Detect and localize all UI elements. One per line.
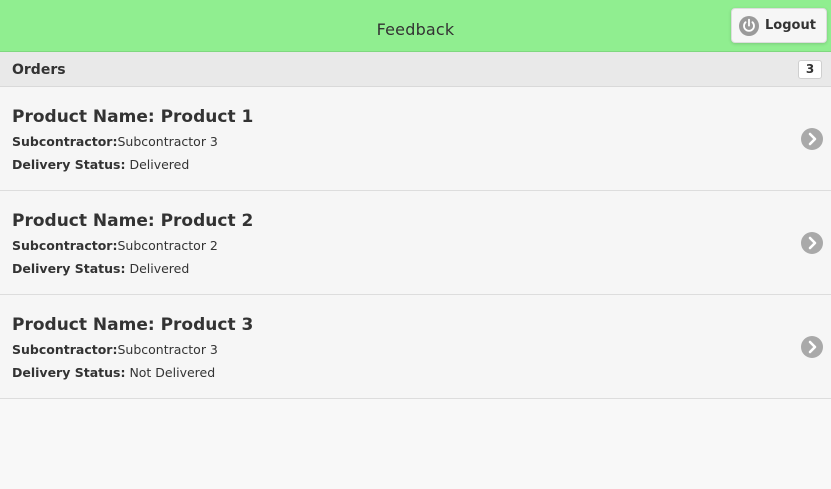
power-icon xyxy=(739,16,759,36)
order-delivery-status: Delivery Status: Not Delivered xyxy=(12,365,215,380)
subcontractor-value: Subcontractor 3 xyxy=(117,134,218,149)
order-title: Product Name: Product 2 xyxy=(12,211,254,231)
subcontractor-label: Subcontractor: xyxy=(12,342,118,357)
orders-count-badge: 3 xyxy=(798,60,822,79)
subcontractor-label: Subcontractor: xyxy=(12,134,118,149)
delivery-status-value: Not Delivered xyxy=(129,365,216,380)
order-list-item[interactable]: Product Name: Product 1 Subcontractor:Su… xyxy=(0,87,831,191)
page-title: Feedback xyxy=(376,20,455,39)
chevron-right-icon[interactable] xyxy=(801,128,823,150)
orders-divider: Orders 3 xyxy=(0,52,831,87)
logout-label: Logout xyxy=(765,18,816,33)
orders-list: Product Name: Product 1 Subcontractor:Su… xyxy=(0,87,831,399)
delivery-status-label: Delivery Status: xyxy=(12,365,126,380)
delivery-status-value: Delivered xyxy=(129,157,190,172)
delivery-status-value: Delivered xyxy=(129,261,190,276)
order-delivery-status: Delivery Status: Delivered xyxy=(12,157,189,172)
header-bar: Feedback Logout xyxy=(0,0,831,52)
order-title: Product Name: Product 1 xyxy=(12,107,254,127)
order-subcontractor: Subcontractor:Subcontractor 3 xyxy=(12,342,218,357)
order-title: Product Name: Product 3 xyxy=(12,315,254,335)
delivery-status-label: Delivery Status: xyxy=(12,261,126,276)
chevron-right-icon[interactable] xyxy=(801,336,823,358)
subcontractor-label: Subcontractor: xyxy=(12,238,118,253)
orders-heading: Orders xyxy=(12,62,66,78)
chevron-right-icon[interactable] xyxy=(801,232,823,254)
subcontractor-value: Subcontractor 3 xyxy=(117,342,218,357)
subcontractor-value: Subcontractor 2 xyxy=(117,238,218,253)
order-subcontractor: Subcontractor:Subcontractor 2 xyxy=(12,238,218,253)
logout-button[interactable]: Logout xyxy=(731,8,827,43)
order-delivery-status: Delivery Status: Delivered xyxy=(12,261,189,276)
order-list-item[interactable]: Product Name: Product 3 Subcontractor:Su… xyxy=(0,295,831,399)
order-list-item[interactable]: Product Name: Product 2 Subcontractor:Su… xyxy=(0,191,831,295)
order-subcontractor: Subcontractor:Subcontractor 3 xyxy=(12,134,218,149)
delivery-status-label: Delivery Status: xyxy=(12,157,126,172)
